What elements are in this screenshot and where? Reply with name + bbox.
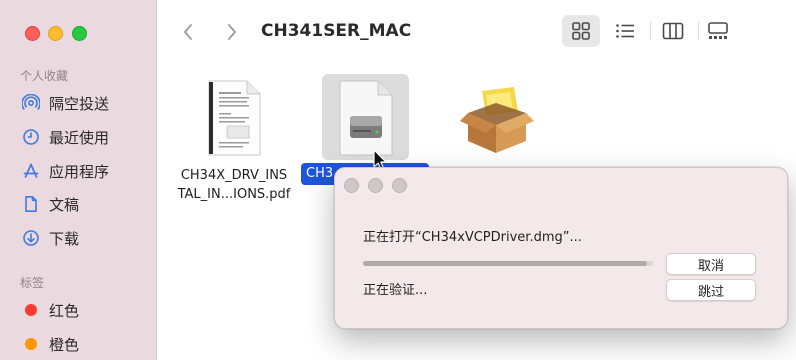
forward-button[interactable] — [221, 18, 243, 46]
icon-view-button[interactable] — [562, 15, 600, 47]
sidebar-item-label: 下载 — [49, 229, 80, 248]
pdf-document-icon — [208, 80, 261, 156]
file-name[interactable]: CH34X_DRV_INS TAL_IN...IONS.pdf — [172, 166, 296, 204]
file-item[interactable] — [207, 80, 261, 160]
dialog-zoom-button[interactable] — [392, 178, 407, 193]
window-title: CH341SER_MAC — [261, 21, 412, 41]
dialog-message: 正在打开“CH34xVCPDriver.dmg”... — [363, 230, 582, 245]
file-item-selected[interactable] — [337, 80, 395, 160]
sidebar-tag-orange[interactable]: 橙色 — [22, 332, 79, 356]
sidebar-item-airdrop[interactable]: 隔空投送 — [22, 91, 109, 115]
minimize-window-button[interactable] — [48, 26, 63, 41]
grid-icon — [572, 22, 590, 40]
favorites-section-title: 个人收藏 — [20, 69, 69, 83]
columns-icon — [662, 22, 684, 40]
toolbar: CH341SER_MAC — [157, 0, 796, 64]
column-view-button[interactable] — [654, 15, 692, 47]
dialog-status: 正在验证... — [363, 283, 428, 298]
opening-dialog: 正在打开“CH34xVCPDriver.dmg”... 正在验证... 取消 跳… — [334, 167, 788, 329]
gallery-icon — [708, 22, 728, 39]
package-installer-icon — [460, 87, 534, 153]
gallery-view-button[interactable] — [699, 15, 737, 47]
sidebar-item-recents[interactable]: 最近使用 — [22, 125, 109, 149]
progress-fill — [363, 261, 648, 266]
dialog-minimize-button[interactable] — [368, 178, 383, 193]
zoom-window-button[interactable] — [72, 26, 87, 41]
cancel-button[interactable]: 取消 — [666, 253, 756, 275]
disk-image-icon — [339, 80, 393, 156]
chevron-right-icon — [228, 24, 236, 40]
airdrop-icon — [22, 94, 40, 112]
progress-bar — [363, 261, 653, 266]
download-icon — [22, 229, 40, 247]
sidebar-item-label: 最近使用 — [49, 128, 110, 147]
file-item[interactable] — [458, 83, 536, 159]
orange-tag-dot — [25, 338, 37, 350]
list-icon — [616, 24, 634, 38]
applications-icon — [22, 162, 40, 180]
sidebar-item-label: 橙色 — [49, 335, 80, 354]
tags-section-title: 标签 — [20, 276, 45, 290]
file-name-line: CH34X_DRV_INS — [180, 168, 288, 183]
chevron-left-icon — [184, 24, 192, 40]
document-icon — [22, 195, 40, 213]
sidebar-item-label: 隔空投送 — [49, 94, 110, 113]
clock-icon — [22, 128, 40, 146]
close-window-button[interactable] — [25, 26, 40, 41]
sidebar-item-applications[interactable]: 应用程序 — [22, 159, 109, 183]
dialog-close-button[interactable] — [344, 178, 359, 193]
skip-button[interactable]: 跳过 — [666, 279, 756, 301]
back-button[interactable] — [177, 18, 199, 46]
red-tag-dot — [25, 304, 37, 316]
sidebar-tag-red[interactable]: 红色 — [22, 298, 79, 322]
sidebar-item-documents[interactable]: 文稿 — [22, 192, 79, 216]
list-view-button[interactable] — [606, 15, 644, 47]
sidebar-item-downloads[interactable]: 下载 — [22, 226, 79, 250]
file-name-line: TAL_IN...IONS.pdf — [177, 187, 291, 202]
sidebar: 个人收藏 隔空投送 最近使用 应用程序 文稿 下载 标签 红色 橙色 — [0, 0, 157, 360]
toolbar-divider — [650, 22, 651, 40]
sidebar-item-label: 文稿 — [49, 195, 80, 214]
sidebar-item-label: 应用程序 — [49, 162, 110, 181]
sidebar-item-label: 红色 — [49, 301, 80, 320]
